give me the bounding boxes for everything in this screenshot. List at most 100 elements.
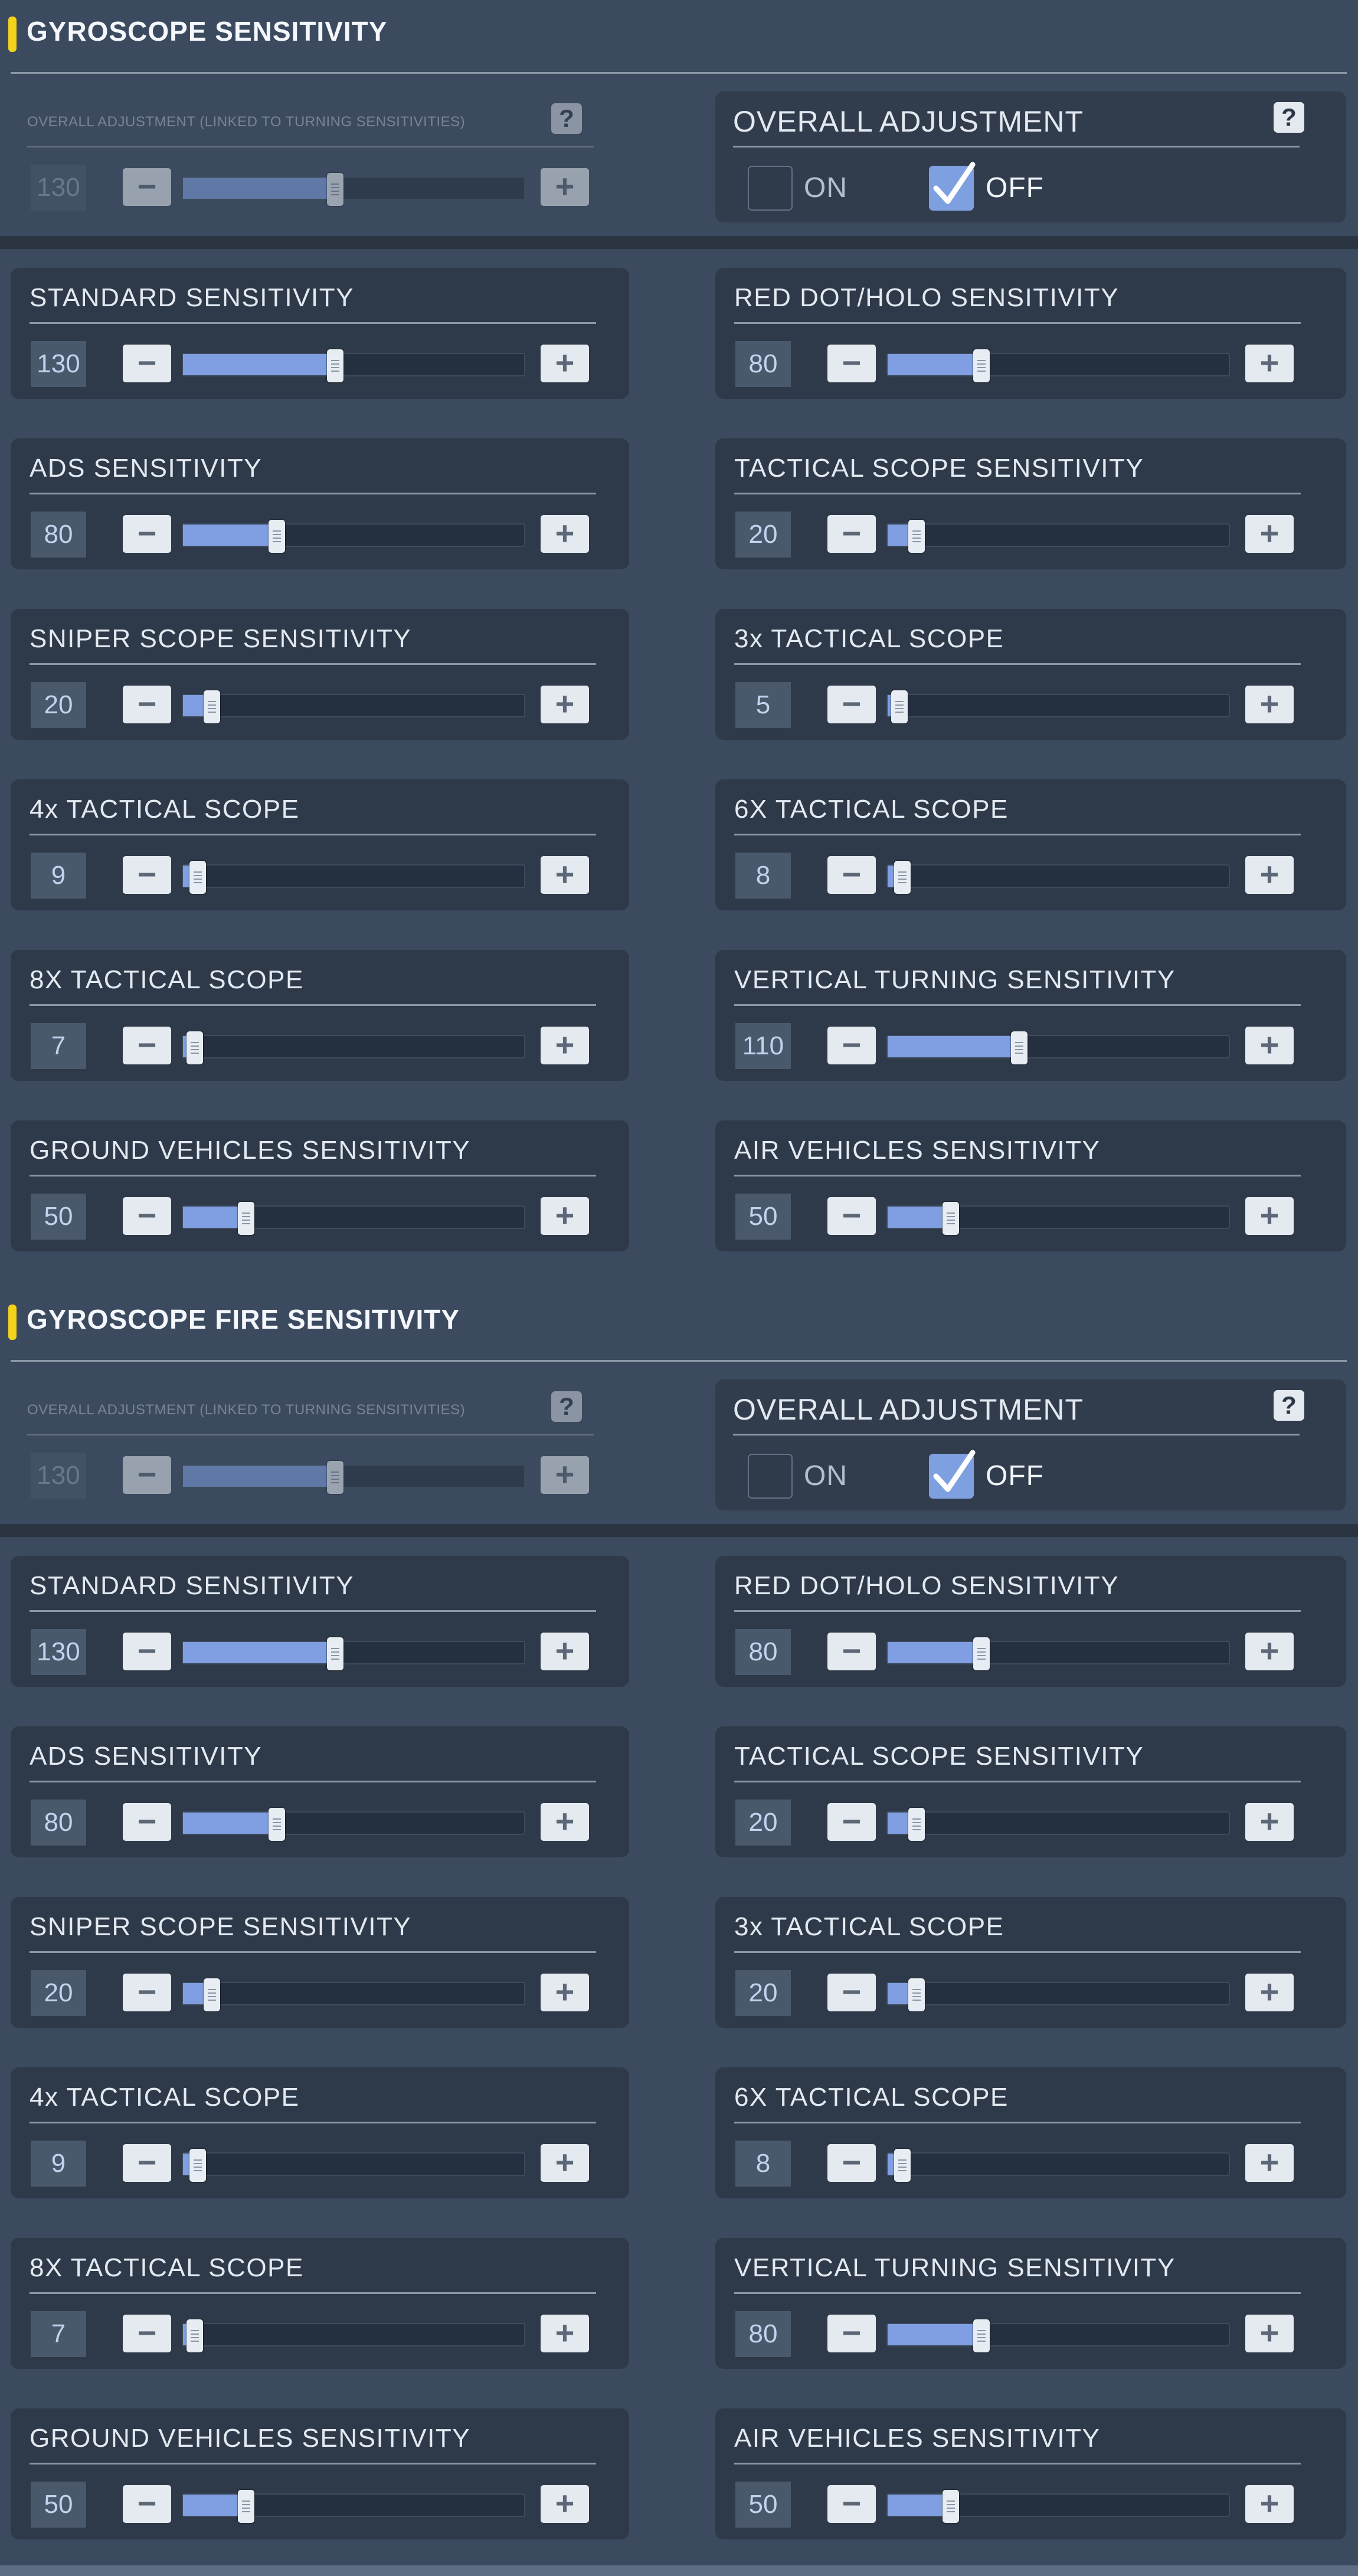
increase-button[interactable]: + [1245, 1197, 1294, 1235]
slider-thumb[interactable] [204, 1978, 220, 2011]
slider-thumb[interactable] [238, 1202, 254, 1235]
slider-track[interactable] [182, 690, 525, 723]
decrease-button[interactable]: − [123, 2315, 171, 2352]
slider-thumb[interactable] [894, 2149, 911, 2182]
value-box[interactable]: 130 [31, 1629, 86, 1675]
question-icon[interactable]: ? [551, 103, 582, 134]
value-box[interactable]: 20 [735, 1970, 791, 2016]
slider-track[interactable] [182, 1461, 525, 1494]
slider-thumb[interactable] [908, 1978, 925, 2011]
slider-track[interactable] [182, 1031, 525, 1064]
value-box[interactable]: 5 [735, 682, 791, 728]
slider-thumb[interactable] [908, 520, 925, 553]
slider-thumb[interactable] [1011, 1031, 1028, 1064]
value-box[interactable]: 20 [31, 682, 86, 728]
slider-track[interactable] [182, 2319, 525, 2352]
on-checkbox[interactable] [748, 1454, 793, 1499]
increase-button[interactable]: + [541, 1803, 589, 1841]
slider-thumb[interactable] [269, 1808, 285, 1841]
slider-track[interactable] [182, 1808, 525, 1841]
increase-button[interactable]: + [1245, 2144, 1294, 2182]
decrease-button[interactable]: − [827, 1027, 876, 1064]
value-box[interactable]: 130 [31, 1453, 86, 1499]
decrease-button[interactable]: − [123, 2144, 171, 2182]
value-box[interactable]: 20 [735, 512, 791, 558]
value-box[interactable]: 50 [31, 1194, 86, 1240]
increase-button[interactable]: + [541, 856, 589, 894]
slider-track[interactable] [182, 1978, 525, 2011]
decrease-button[interactable]: − [827, 2315, 876, 2352]
increase-button[interactable]: + [541, 1197, 589, 1235]
value-box[interactable]: 80 [735, 341, 791, 387]
value-box[interactable]: 7 [31, 1023, 86, 1069]
slider-thumb[interactable] [327, 173, 343, 206]
value-box[interactable]: 80 [31, 512, 86, 558]
question-icon[interactable]: ? [1274, 1390, 1304, 1421]
increase-button[interactable]: + [541, 2485, 589, 2523]
decrease-button[interactable]: − [123, 1027, 171, 1064]
on-checkbox[interactable] [748, 166, 793, 211]
slider-thumb[interactable] [186, 1031, 203, 1064]
slider-thumb[interactable] [269, 520, 285, 553]
slider-thumb[interactable] [973, 1637, 990, 1670]
decrease-button[interactable]: − [827, 856, 876, 894]
slider-thumb[interactable] [973, 2319, 990, 2352]
slider-track[interactable] [182, 520, 525, 553]
increase-button[interactable]: + [1245, 1974, 1294, 2011]
value-box[interactable]: 8 [735, 853, 791, 899]
slider-track[interactable] [886, 1202, 1230, 1235]
decrease-button[interactable]: − [123, 2485, 171, 2523]
slider-track[interactable] [182, 1637, 525, 1670]
slider-track[interactable] [182, 2149, 525, 2182]
decrease-button[interactable]: − [123, 856, 171, 894]
value-box[interactable]: 80 [31, 1800, 86, 1846]
decrease-button[interactable]: − [123, 1974, 171, 2011]
off-checkbox[interactable] [929, 162, 976, 211]
slider-thumb[interactable] [238, 2490, 254, 2523]
slider-thumb[interactable] [204, 690, 220, 723]
slider-track[interactable] [886, 2149, 1230, 2182]
decrease-button[interactable]: − [827, 1633, 876, 1670]
decrease-button[interactable]: − [123, 686, 171, 723]
value-box[interactable]: 50 [735, 2482, 791, 2528]
increase-button[interactable]: + [541, 1027, 589, 1064]
slider-track[interactable] [886, 861, 1230, 894]
slider-track[interactable] [886, 690, 1230, 723]
slider-track[interactable] [886, 2490, 1230, 2523]
slider-track[interactable] [886, 1808, 1230, 1841]
slider-track[interactable] [182, 2490, 525, 2523]
value-box[interactable]: 7 [31, 2311, 86, 2357]
decrease-button[interactable]: − [123, 1456, 171, 1494]
increase-button[interactable]: + [1245, 345, 1294, 382]
value-box[interactable]: 110 [735, 1023, 791, 1069]
slider-track[interactable] [182, 349, 525, 382]
slider-thumb[interactable] [327, 1637, 343, 1670]
increase-button[interactable]: + [541, 1456, 589, 1494]
value-box[interactable]: 130 [31, 341, 86, 387]
increase-button[interactable]: + [1245, 856, 1294, 894]
question-icon[interactable]: ? [551, 1391, 582, 1422]
increase-button[interactable]: + [541, 686, 589, 723]
increase-button[interactable]: + [541, 2315, 589, 2352]
value-box[interactable]: 50 [31, 2482, 86, 2528]
slider-thumb[interactable] [327, 349, 343, 382]
slider-thumb[interactable] [186, 2319, 203, 2352]
slider-thumb[interactable] [189, 861, 206, 894]
decrease-button[interactable]: − [827, 1974, 876, 2011]
increase-button[interactable]: + [1245, 1027, 1294, 1064]
decrease-button[interactable]: − [123, 168, 171, 206]
increase-button[interactable]: + [1245, 1633, 1294, 1670]
slider-thumb[interactable] [943, 1202, 959, 1235]
slider-track[interactable] [182, 1202, 525, 1235]
increase-button[interactable]: + [1245, 686, 1294, 723]
increase-button[interactable]: + [1245, 1803, 1294, 1841]
slider-thumb[interactable] [943, 2490, 959, 2523]
value-box[interactable]: 9 [31, 2141, 86, 2187]
decrease-button[interactable]: − [827, 345, 876, 382]
decrease-button[interactable]: − [827, 515, 876, 553]
increase-button[interactable]: + [541, 1974, 589, 2011]
decrease-button[interactable]: − [827, 686, 876, 723]
increase-button[interactable]: + [1245, 2485, 1294, 2523]
slider-track[interactable] [886, 349, 1230, 382]
value-box[interactable]: 20 [31, 1970, 86, 2016]
